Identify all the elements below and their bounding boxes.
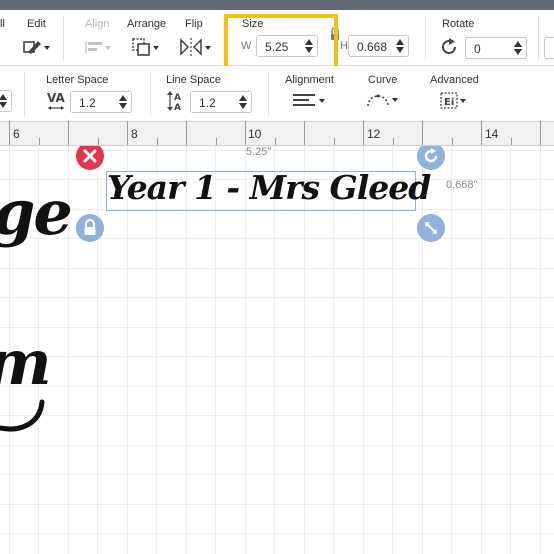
flip-button[interactable] bbox=[179, 37, 213, 57]
height-prefix: H bbox=[340, 40, 348, 52]
ruler-tick bbox=[510, 138, 512, 145]
text-toolbar: Letter Space VA 1.2 Line Space A A 1.2 A… bbox=[0, 66, 554, 122]
line-space-field[interactable]: 1.2 bbox=[190, 91, 252, 113]
ruler-tick bbox=[186, 121, 187, 145]
divider bbox=[63, 16, 64, 60]
ruler-tick bbox=[274, 138, 276, 145]
delete-handle[interactable] bbox=[75, 146, 105, 171]
rotate-field[interactable]: 0 bbox=[465, 37, 527, 59]
ruler-tick bbox=[68, 121, 69, 145]
curve-label: Curve bbox=[368, 74, 398, 86]
ruler-tick bbox=[392, 138, 394, 145]
letter-space-field[interactable]: 1.2 bbox=[70, 91, 132, 113]
line-space-label: Line Space bbox=[166, 74, 222, 86]
arrange-button[interactable] bbox=[131, 37, 161, 57]
align-icon bbox=[85, 41, 111, 53]
arrange-icon bbox=[132, 38, 159, 56]
advanced-label: Advanced bbox=[430, 74, 479, 86]
ruler-tick bbox=[156, 138, 158, 145]
design-canvas[interactable]: ge m 5.25" 0.668" Year 1 - Mrs Gleed bbox=[0, 146, 554, 554]
height-field[interactable]: 0.668 bbox=[348, 35, 409, 57]
advanced-button[interactable]: Ei bbox=[440, 91, 470, 111]
font-size-field[interactable] bbox=[0, 90, 12, 112]
ruler-tick bbox=[97, 138, 99, 145]
letter-space-stepper[interactable] bbox=[119, 94, 127, 110]
canvas-swash bbox=[0, 399, 45, 432]
line-space-value: 1.2 bbox=[199, 96, 216, 110]
ruler-mark: 6 bbox=[13, 127, 20, 141]
ruler-tick bbox=[451, 138, 453, 145]
edit-button[interactable] bbox=[22, 38, 50, 56]
select-all-label[interactable]: ll bbox=[0, 18, 5, 30]
height-readout: 0.668" bbox=[446, 179, 478, 191]
divider bbox=[425, 16, 426, 60]
edit-label: Edit bbox=[27, 18, 46, 30]
ruler-tick bbox=[363, 121, 364, 145]
ruler-tick bbox=[215, 138, 217, 145]
ruler-tick bbox=[422, 121, 423, 145]
ruler-mark: 10 bbox=[248, 127, 262, 141]
lock-icon bbox=[76, 214, 104, 242]
curve-button[interactable] bbox=[366, 90, 402, 110]
ruler-tick bbox=[481, 121, 482, 145]
width-readout: 5.25" bbox=[246, 146, 272, 158]
letter-space-indicator: VA bbox=[46, 90, 66, 112]
delete-icon bbox=[76, 146, 104, 170]
size-highlight bbox=[224, 14, 338, 72]
svg-text:Ei: Ei bbox=[444, 97, 454, 108]
rotate-handle[interactable] bbox=[416, 146, 446, 171]
alignment-icon bbox=[293, 94, 325, 106]
letter-space-icon: VA bbox=[47, 91, 65, 110]
divider bbox=[24, 72, 25, 116]
alignment-button[interactable] bbox=[293, 92, 329, 110]
letter-space-label: Letter Space bbox=[46, 74, 109, 86]
rotate-label: Rotate bbox=[442, 18, 475, 30]
divider bbox=[268, 72, 269, 116]
ruler-mark: 8 bbox=[131, 127, 138, 141]
rotate-stepper[interactable] bbox=[514, 40, 522, 56]
align-button[interactable] bbox=[84, 38, 112, 56]
font-size-stepper[interactable] bbox=[0, 93, 7, 109]
line-space-indicator: A A bbox=[166, 90, 186, 113]
divider bbox=[150, 72, 151, 116]
svg-text:VA: VA bbox=[47, 91, 65, 105]
flip-icon bbox=[180, 38, 211, 56]
resize-handle[interactable] bbox=[416, 213, 446, 243]
rotate-button[interactable] bbox=[440, 37, 460, 57]
window-top-strip bbox=[0, 0, 554, 10]
divider bbox=[538, 16, 539, 60]
ruler-mark: 14 bbox=[485, 127, 499, 141]
ruler-tick bbox=[38, 138, 40, 145]
rotate-icon bbox=[417, 146, 445, 170]
line-space-icon: A A bbox=[167, 91, 181, 113]
height-value: 0.668 bbox=[357, 40, 388, 54]
horizontal-ruler: 6 8 10 12 14 bbox=[0, 121, 554, 146]
next-field[interactable] bbox=[544, 37, 554, 59]
alignment-label: Alignment bbox=[285, 74, 334, 86]
rotate-icon bbox=[442, 38, 456, 54]
svg-text:A: A bbox=[174, 93, 181, 103]
svg-text:A: A bbox=[174, 103, 181, 112]
ruler-tick bbox=[333, 138, 335, 145]
ruler-tick bbox=[9, 121, 10, 145]
ruler-tick bbox=[127, 121, 128, 145]
arrange-label: Arrange bbox=[127, 18, 167, 30]
ruler-tick bbox=[245, 121, 246, 145]
letter-space-value: 1.2 bbox=[79, 96, 96, 110]
rotate-value: 0 bbox=[474, 42, 481, 56]
resize-icon bbox=[417, 214, 445, 242]
ruler-mark: 12 bbox=[367, 127, 381, 141]
ruler-tick bbox=[304, 121, 305, 145]
align-label: Align bbox=[85, 18, 110, 30]
flip-label: Flip bbox=[185, 18, 203, 30]
advanced-icon: Ei bbox=[440, 92, 466, 109]
lock-handle[interactable] bbox=[75, 213, 105, 243]
height-stepper[interactable] bbox=[396, 38, 404, 54]
line-space-stepper[interactable] bbox=[239, 94, 247, 110]
curve-icon bbox=[367, 94, 398, 107]
canvas-text-fragment[interactable]: ge bbox=[0, 176, 73, 249]
ruler-tick bbox=[540, 121, 541, 145]
edit-icon bbox=[23, 41, 50, 54]
selected-text[interactable]: Year 1 - Mrs Gleed bbox=[107, 168, 431, 207]
